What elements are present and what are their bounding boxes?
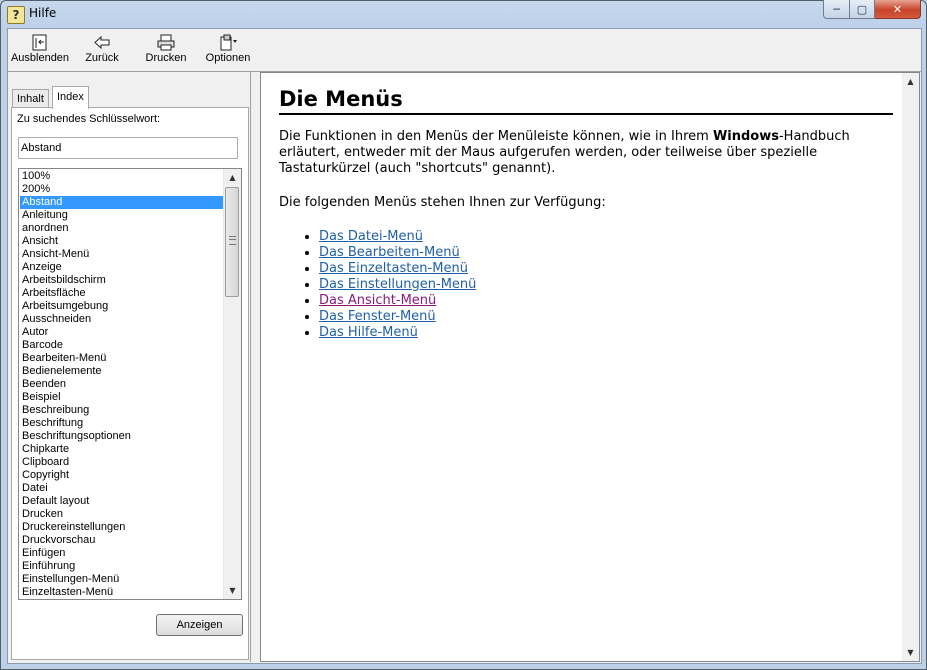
keyword-item[interactable]: Einstellungen-Menü (20, 573, 225, 586)
keyword-item[interactable]: Einzeltasten-Menü (20, 586, 225, 599)
printer-icon (156, 34, 176, 51)
menu-link-item: Das Einstellungen-Menü (319, 277, 893, 293)
topic-content: Die Menüs Die Funktionen in den Menüs de… (279, 87, 893, 341)
menu-link[interactable]: Das Ansicht-Menü (319, 293, 436, 308)
tab-contents[interactable]: Inhalt (12, 89, 49, 108)
maximize-button[interactable]: ▢ (850, 0, 875, 19)
title-bar[interactable]: ? Hilfe ─ ▢ ✕ (0, 0, 927, 28)
menu-link-item: Das Hilfe-Menü (319, 325, 893, 341)
keyword-list-scrollbar[interactable]: ▲ ▼ (223, 169, 241, 599)
menu-link[interactable]: Das Einstellungen-Menü (319, 277, 476, 292)
keyword-item[interactable]: Ansicht (20, 235, 225, 248)
options-button-label: Optionen (205, 52, 251, 64)
intro-text-start: Die Funktionen in den Menüs der Menüleis… (279, 129, 713, 144)
keyword-item[interactable]: 100% (20, 170, 225, 183)
back-button-label: Zurück (85, 52, 119, 64)
keyword-item[interactable]: Arbeitsbildschirm (20, 274, 225, 287)
keyword-item[interactable]: Beenden (20, 378, 225, 391)
hide-button[interactable]: Ausblenden (9, 32, 71, 70)
menu-link[interactable]: Das Fenster-Menü (319, 309, 436, 324)
menu-link-list: Das Datei-MenüDas Bearbeiten-MenüDas Ein… (279, 229, 893, 341)
keyword-item[interactable]: anordnen (20, 222, 225, 235)
topic-scroll-down-arrow-icon[interactable]: ▼ (902, 644, 919, 661)
menu-link-item: Das Einzeltasten-Menü (319, 261, 893, 277)
menu-link-item: Das Bearbeiten-Menü (319, 245, 893, 261)
help-book-icon: ? (7, 6, 25, 24)
hide-pane-icon (30, 34, 50, 51)
toolbar: Ausblenden Zurück Drucken Optionen (8, 29, 921, 72)
minimize-button[interactable]: ─ (823, 0, 850, 19)
print-button-label: Drucken (145, 52, 187, 64)
menu-link[interactable]: Das Bearbeiten-Menü (319, 245, 460, 260)
menu-link-item: Das Datei-Menü (319, 229, 893, 245)
intro-text-bold: Windows (712, 129, 779, 144)
menu-link-item: Das Fenster-Menü (319, 309, 893, 325)
navigation-pane: Inhalt Index Zu suchendes Schlüsselwort:… (8, 72, 251, 662)
show-button[interactable]: Anzeigen (156, 614, 243, 636)
list-intro: Die folgenden Menüs stehen Ihnen zur Ver… (279, 195, 606, 210)
back-arrow-icon (92, 34, 112, 51)
keyword-item[interactable]: Chipkarte (20, 443, 225, 456)
keyword-item[interactable]: Datei (20, 482, 225, 495)
maximize-icon: ▢ (856, 2, 868, 16)
topic-intro: Die Funktionen in den Menüs der Menüleis… (279, 129, 893, 177)
menu-link-item: Das Ansicht-Menü (319, 293, 893, 309)
keyword-item[interactable]: Ansicht-Menü (20, 248, 225, 261)
hide-button-label: Ausblenden (10, 52, 70, 64)
close-icon: ✕ (892, 2, 903, 16)
minimize-icon: ─ (833, 2, 840, 16)
menu-link[interactable]: Das Datei-Menü (319, 229, 423, 244)
scroll-thumb[interactable] (225, 187, 239, 297)
pane-splitter[interactable] (251, 72, 259, 662)
keyword-item[interactable]: Arbeitsfläche (20, 287, 225, 300)
scroll-up-arrow-icon[interactable]: ▲ (224, 169, 241, 186)
keyword-item[interactable]: Beschriftungsoptionen (20, 430, 225, 443)
window-title: Hilfe (29, 6, 57, 20)
options-icon (218, 34, 238, 51)
topic-scroll-up-arrow-icon[interactable]: ▲ (902, 73, 919, 90)
back-button[interactable]: Zurück (80, 32, 124, 70)
keyword-item[interactable]: Beschriftung (20, 417, 225, 430)
keyword-item[interactable]: Drucken (20, 508, 225, 521)
menu-link[interactable]: Das Einzeltasten-Menü (319, 261, 468, 276)
close-button[interactable]: ✕ (875, 0, 921, 19)
scroll-down-arrow-icon[interactable]: ▼ (224, 582, 241, 599)
keyword-item[interactable]: 200% (20, 183, 225, 196)
caption-buttons: ─ ▢ ✕ (823, 0, 921, 20)
keyword-item[interactable]: Einfügen (20, 547, 225, 560)
keyword-input[interactable] (18, 137, 238, 159)
keyword-item[interactable]: Clipboard (20, 456, 225, 469)
keyword-item[interactable]: Autor (20, 326, 225, 339)
keyword-item[interactable]: Default layout (20, 495, 225, 508)
keyword-item[interactable]: Beschreibung (20, 404, 225, 417)
keyword-label: Zu suchendes Schlüsselwort: (17, 113, 161, 125)
keyword-items: 100% 200% Abstand Anleitung anordnen Ansicht A… (20, 170, 225, 599)
grip-icon (229, 236, 236, 245)
keyword-item[interactable]: Anzeige (20, 261, 225, 274)
topic-heading: Die Menüs (279, 87, 893, 115)
keyword-item[interactable]: Copyright (20, 469, 225, 482)
menu-link[interactable]: Das Hilfe-Menü (319, 325, 418, 340)
keyword-item[interactable]: Einführung (20, 560, 225, 573)
keyword-item[interactable]: Ausschneiden (20, 313, 225, 326)
client-area: Ausblenden Zurück Drucken Optionen Inhal… (7, 28, 922, 664)
topic-pane: Die Menüs Die Funktionen in den Menüs de… (260, 72, 920, 662)
keyword-item[interactable]: Abstand (20, 196, 225, 209)
keyword-item[interactable]: Beispiel (20, 391, 225, 404)
keyword-list[interactable]: 100% 200% Abstand Anleitung anordnen Ansicht A… (18, 168, 242, 600)
options-button[interactable]: Optionen (204, 32, 252, 70)
index-panel: Zu suchendes Schlüsselwort: 100%200%Abst… (11, 107, 249, 660)
keyword-item[interactable]: Druckvorschau (20, 534, 225, 547)
keyword-item[interactable]: Barcode (20, 339, 225, 352)
keyword-item[interactable]: Anleitung (20, 209, 225, 222)
keyword-item[interactable]: Arbeitsumgebung (20, 300, 225, 313)
tab-index[interactable]: Index (52, 86, 89, 109)
topic-scrollbar[interactable]: ▲ ▼ (902, 73, 919, 661)
keyword-item[interactable]: Druckereinstellungen (20, 521, 225, 534)
keyword-item[interactable]: Bedienelemente (20, 365, 225, 378)
print-button[interactable]: Drucken (141, 32, 191, 70)
keyword-item[interactable]: Bearbeiten-Menü (20, 352, 225, 365)
